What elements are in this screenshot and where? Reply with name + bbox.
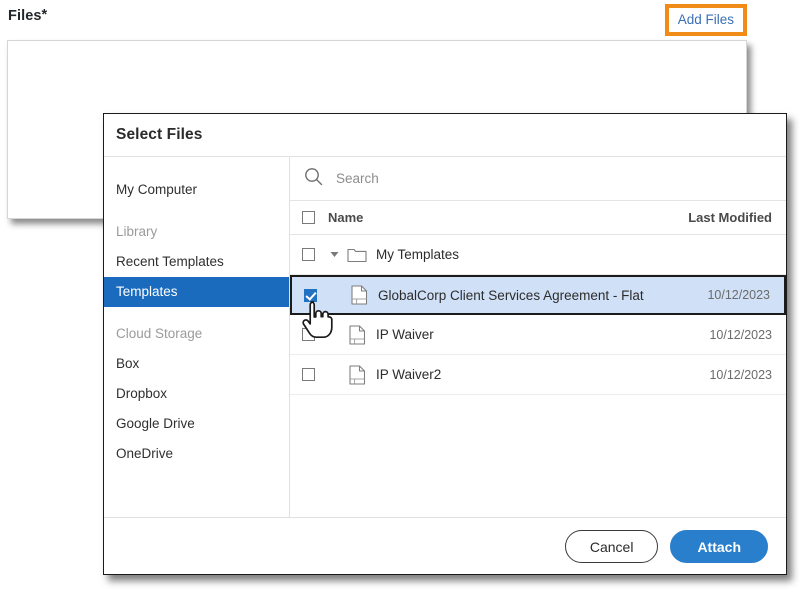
select-all-checkbox[interactable] xyxy=(301,211,315,224)
search-icon xyxy=(304,167,323,191)
document-icon xyxy=(342,364,372,385)
dialog-header: Select Files xyxy=(104,114,786,157)
row-name: IP Waiver2 xyxy=(376,367,442,382)
sidebar-item-dropbox[interactable]: Dropbox xyxy=(104,379,289,409)
row-checkbox[interactable] xyxy=(301,368,315,381)
table-row[interactable]: IP Waiver 10/12/2023 xyxy=(290,315,786,355)
files-label-text: Files xyxy=(8,8,42,24)
table-row[interactable]: IP Waiver2 10/12/2023 xyxy=(290,355,786,395)
row-name: GlobalCorp Client Services Agreement - F… xyxy=(378,287,644,303)
row-checkbox[interactable] xyxy=(303,288,317,302)
table-row[interactable]: GlobalCorp Client Services Agreement - F… xyxy=(290,275,786,315)
sidebar-item-templates[interactable]: Templates xyxy=(104,277,289,307)
sidebar-item-onedrive[interactable]: OneDrive xyxy=(104,439,289,469)
cancel-button[interactable]: Cancel xyxy=(564,529,659,563)
sidebar-group-library: Library xyxy=(116,224,158,239)
row-checkbox[interactable] xyxy=(301,248,315,261)
column-header-name[interactable]: Name xyxy=(326,210,666,225)
add-files-button[interactable]: Add Files xyxy=(668,8,743,32)
files-field-label: Files* xyxy=(8,8,47,24)
row-checkbox-cell[interactable] xyxy=(290,368,326,381)
sidebar-item-recent-templates[interactable]: Recent Templates xyxy=(104,247,289,277)
column-header-last-modified[interactable]: Last Modified xyxy=(666,210,786,225)
table-row[interactable]: My Templates xyxy=(290,235,786,275)
dialog-title: Select Files xyxy=(116,126,203,143)
dialog-footer: Cancel Attach xyxy=(104,518,786,574)
sidebar-item-box[interactable]: Box xyxy=(104,349,289,379)
required-asterisk: * xyxy=(41,7,48,23)
add-files-highlight: Add Files xyxy=(664,4,747,36)
row-name: My Templates xyxy=(376,247,460,262)
file-table-header: Name Last Modified xyxy=(290,201,786,235)
sidebar-item-my-computer[interactable]: My Computer xyxy=(104,175,289,205)
folder-icon xyxy=(342,247,372,263)
search-bar xyxy=(290,157,786,201)
select-all-checkbox-cell[interactable] xyxy=(290,211,326,224)
row-checkbox-cell[interactable] xyxy=(290,328,326,341)
row-name: IP Waiver xyxy=(376,327,434,342)
document-icon xyxy=(342,324,372,345)
row-checkbox-cell[interactable] xyxy=(290,248,326,261)
tree-expand-icon[interactable] xyxy=(326,250,342,259)
select-files-dialog: Select Files My Computer Library Recent … xyxy=(103,113,787,575)
row-modified: 10/12/2023 xyxy=(707,288,770,302)
row-modified: 10/12/2023 xyxy=(709,367,772,382)
attach-button[interactable]: Attach xyxy=(670,529,768,563)
row-checkbox-cell[interactable] xyxy=(292,288,328,302)
sidebar-nav: My Computer Library Recent Templates Tem… xyxy=(104,157,290,518)
row-checkbox[interactable] xyxy=(301,328,315,341)
file-table-body: My Templates GlobalCorp Client Services … xyxy=(290,235,786,517)
dialog-body: My Computer Library Recent Templates Tem… xyxy=(104,157,786,518)
row-modified: 10/12/2023 xyxy=(709,327,772,342)
sidebar-group-cloud-storage: Cloud Storage xyxy=(116,326,203,341)
sidebar-item-google-drive[interactable]: Google Drive xyxy=(104,409,289,439)
file-browser-panel: Name Last Modified xyxy=(290,157,786,518)
document-icon xyxy=(344,285,374,305)
search-input[interactable] xyxy=(336,171,636,186)
